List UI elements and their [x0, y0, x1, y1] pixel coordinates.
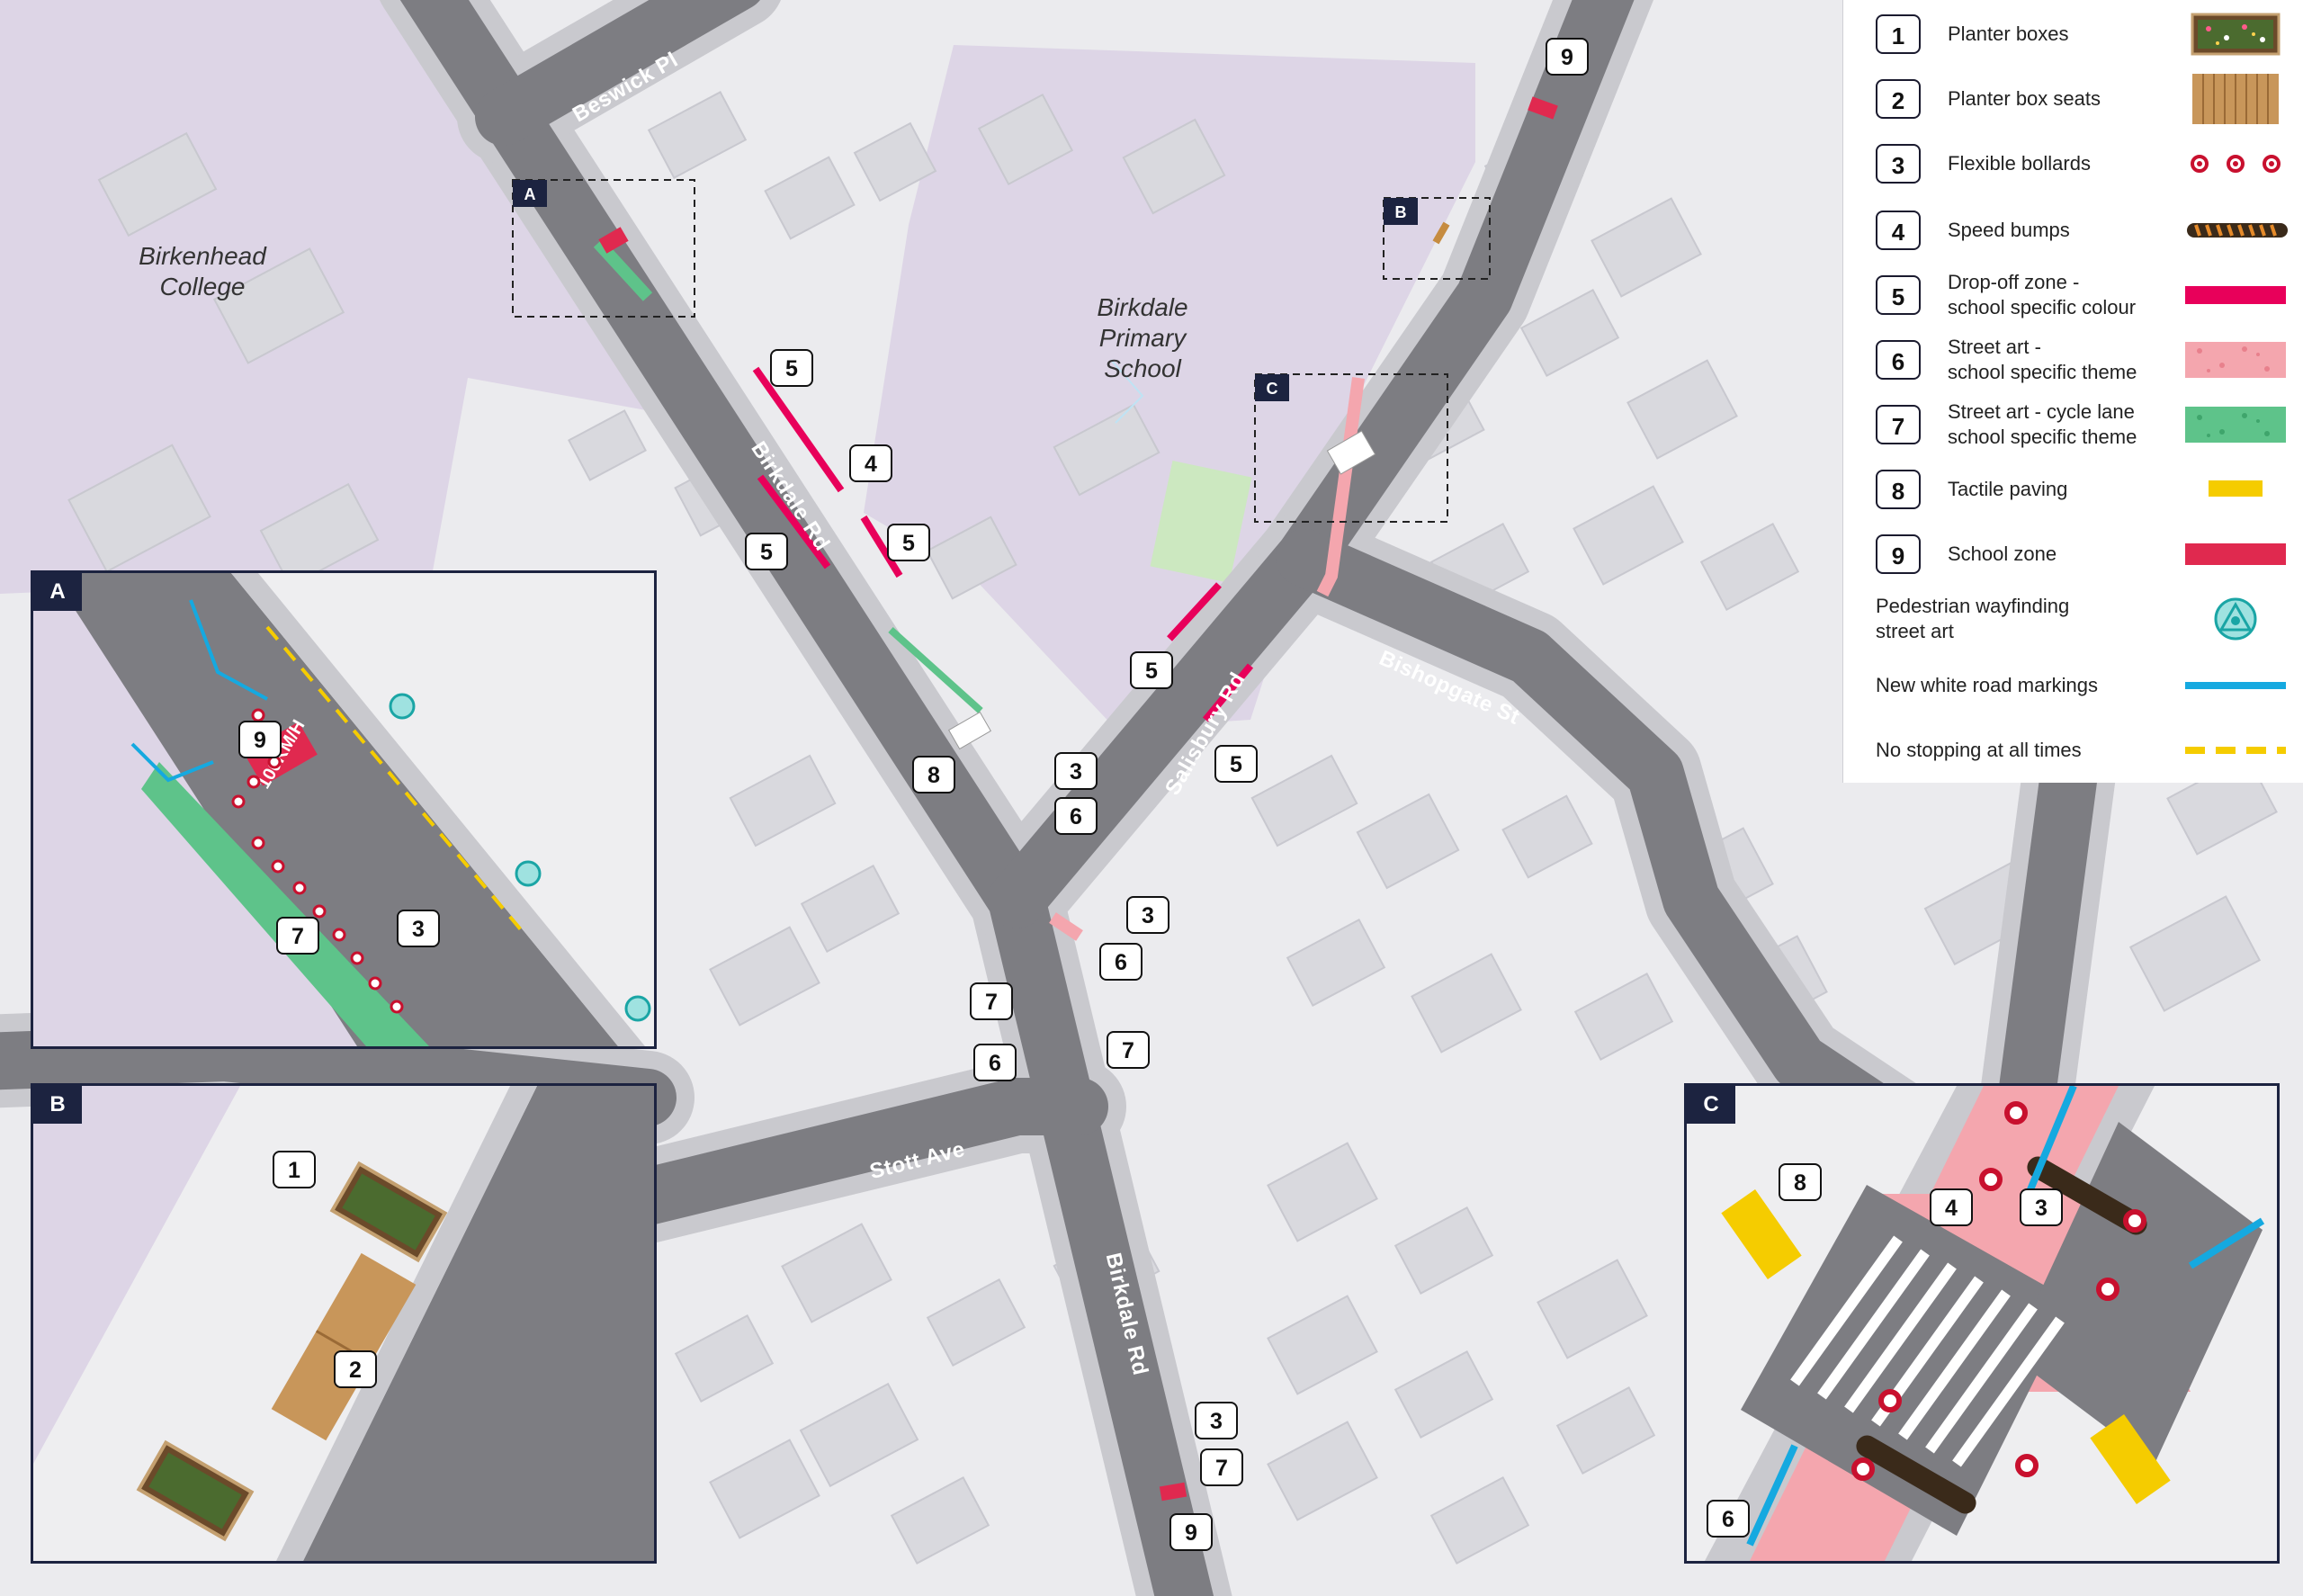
inset-a-tag-cycle-art: 7 [276, 917, 319, 955]
legend-label: Pedestrian wayfinding street art [1876, 595, 2070, 642]
legend-number: 2 [1876, 79, 1921, 119]
map-tag-drop-off-4: 5 [1130, 651, 1173, 689]
legend-item-school-zone: 9 School zone [1858, 527, 2290, 581]
inset-a-badge: A [33, 573, 82, 611]
map-tag-bollards-3: 3 [1195, 1402, 1238, 1439]
legend-number: 3 [1876, 144, 1921, 184]
white-marking-icon [2182, 659, 2290, 713]
legend-label: Flexible bollards [1948, 152, 2091, 175]
map-tag-cycle-art-3: 7 [1200, 1448, 1243, 1486]
map-tag-bollards-1: 3 [1054, 752, 1098, 790]
no-stopping-icon [2182, 723, 2290, 777]
map-tag-street-art-3: 6 [973, 1044, 1017, 1081]
legend-item-white-markings: New white road markings [1858, 659, 2290, 713]
legend-label: Street art - cycle lane school specific … [1948, 400, 2137, 448]
inset-a-tag-school-zone: 9 [238, 721, 282, 758]
legend-label: Planter box seats [1948, 87, 2101, 110]
legend-number: 9 [1876, 534, 1921, 574]
legend-label: Planter boxes [1948, 22, 2069, 45]
planter-box-icon [2182, 7, 2290, 61]
map-tag-bollards-2: 3 [1126, 896, 1169, 934]
legend-number: 4 [1876, 211, 1921, 250]
map-tag-drop-off-1: 5 [770, 349, 813, 387]
inset-b-tag-seats: 2 [334, 1350, 377, 1388]
inset-c-badge: C [1687, 1086, 1735, 1124]
legend-item-tactile: 8 Tactile paving [1858, 462, 2290, 516]
map-tag-cycle-art-1: 7 [970, 982, 1013, 1020]
map-tag-school-zone-south: 9 [1169, 1513, 1213, 1551]
map-tag-tactile: 8 [912, 756, 955, 794]
focus-box-a-letter: A [524, 185, 536, 203]
map-tag-drop-off-2: 5 [745, 533, 788, 570]
legend-label: Street art - school specific theme [1948, 336, 2137, 383]
drop-off-icon [2182, 268, 2290, 322]
legend-item-planter-seats: 2 Planter box seats [1858, 72, 2290, 126]
legend-item-street-art: 6 Street art - school specific theme [1858, 333, 2290, 387]
legend-item-wayfinding: Pedestrian wayfinding street art [1858, 592, 2290, 646]
legend-label: Speed bumps [1948, 219, 2070, 241]
legend-item-cycle-art: 7 Street art - cycle lane school specifi… [1858, 398, 2290, 452]
focus-box-c-letter: C [1267, 380, 1278, 398]
map-tag-school-zone-ne: 9 [1546, 38, 1589, 76]
inset-c-tag-speed-bump: 4 [1930, 1188, 1973, 1226]
speed-bump-icon [2182, 203, 2290, 257]
inset-c: C 8 4 3 6 [1684, 1083, 2280, 1564]
legend-label: No stopping at all times [1876, 739, 2082, 761]
school-zone-icon [2182, 527, 2290, 581]
legend-label: School zone [1948, 542, 2057, 565]
cycle-art-icon [2182, 398, 2290, 452]
legend-item-planter-boxes: 1 Planter boxes [1858, 7, 2290, 61]
legend-number: 5 [1876, 275, 1921, 315]
inset-a-tag-bollards: 3 [397, 910, 440, 947]
inset-c-tag-tactile: 8 [1779, 1163, 1822, 1201]
focus-box-b-letter: B [1395, 203, 1407, 221]
map-tag-street-art-2: 6 [1099, 943, 1143, 981]
map-tag-street-art-1: 6 [1054, 797, 1098, 835]
legend-item-drop-off: 5 Drop-off zone - school specific colour [1858, 268, 2290, 322]
map-tag-drop-off-3: 5 [887, 524, 930, 561]
label-birkdale-primary-school: Birkdale Primary School [1097, 293, 1188, 382]
inset-b-drawing [33, 1086, 654, 1561]
inset-b: B 1 2 [31, 1083, 657, 1564]
planter-seat-icon [2182, 72, 2290, 126]
inset-b-tag-planter: 1 [273, 1151, 316, 1188]
map-tag-speed-bump: 4 [849, 444, 892, 482]
legend-number: 1 [1876, 14, 1921, 54]
label-birkenhead-college: Birkenhead College [139, 242, 266, 300]
legend-label: Drop-off zone - school specific colour [1948, 271, 2137, 318]
inset-b-badge: B [33, 1086, 82, 1124]
wayfinding-icon [2182, 592, 2290, 646]
map-tag-cycle-art-2: 7 [1107, 1031, 1150, 1069]
map-stage: A B C Birkenhead College Birkdale Primar… [0, 0, 2303, 1596]
inset-c-drawing [1687, 1086, 2277, 1561]
inset-a-drawing: 100KM/H [33, 573, 654, 1046]
tactile-icon [2182, 462, 2290, 516]
bollard-icon [2182, 137, 2290, 191]
inset-c-tag-bollards: 3 [2020, 1188, 2063, 1226]
legend-number: 7 [1876, 405, 1921, 444]
legend-item-no-stopping: No stopping at all times [1858, 723, 2290, 777]
legend-number: 8 [1876, 470, 1921, 509]
legend-item-bollards: 3 Flexible bollards [1858, 137, 2290, 191]
legend-label: New white road markings [1876, 674, 2098, 696]
legend-number: 6 [1876, 340, 1921, 380]
inset-a: 100KM/H A 9 7 3 [31, 570, 657, 1049]
inset-c-tag-street-art: 6 [1707, 1500, 1750, 1538]
legend-panel: 1 Planter boxes 2 Planter box seats 3 Fl… [1842, 0, 2303, 783]
map-tag-drop-off-5: 5 [1214, 745, 1258, 783]
legend-label: Tactile paving [1948, 478, 2068, 500]
legend-item-speed-bumps: 4 Speed bumps [1858, 203, 2290, 257]
street-art-icon [2182, 333, 2290, 387]
